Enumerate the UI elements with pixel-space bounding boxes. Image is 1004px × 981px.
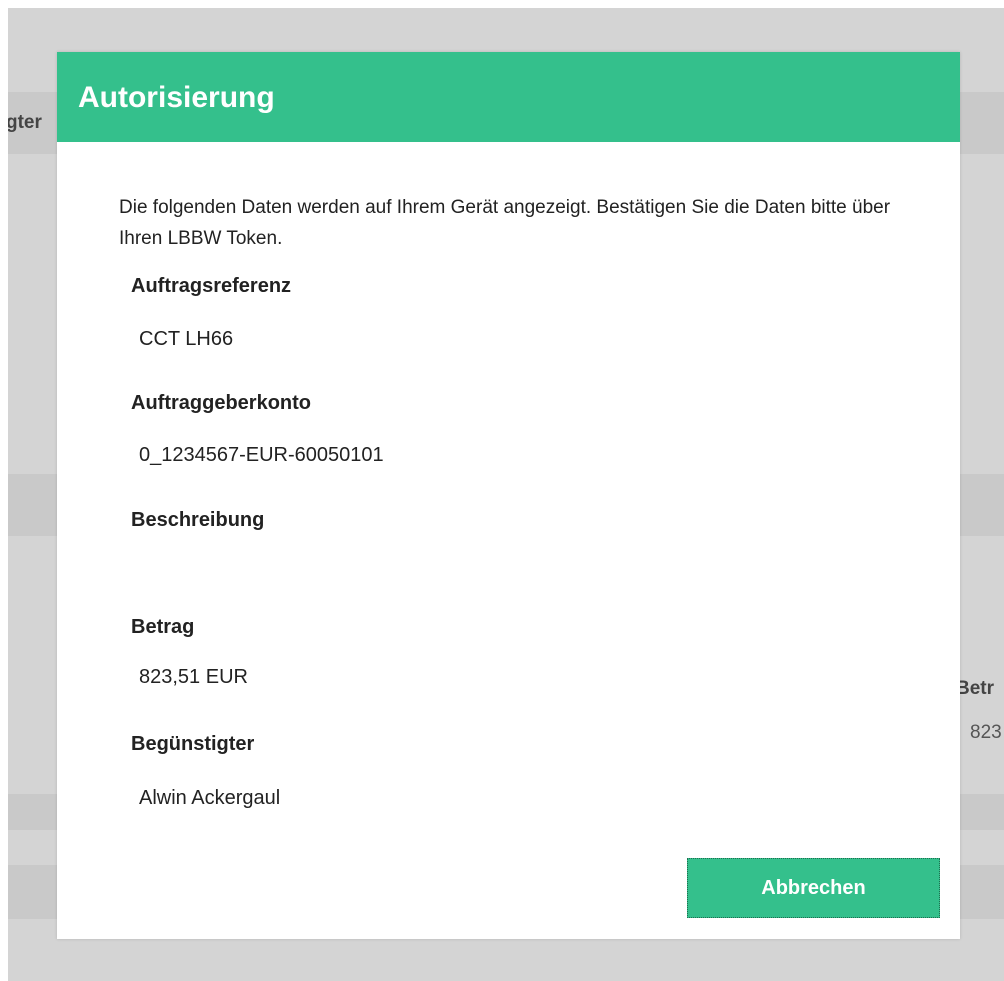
background-amount-value: 823: [970, 722, 1002, 743]
field-value-beneficiary: Alwin Ackergaul: [139, 787, 281, 809]
dialog-title: Autorisierung: [78, 81, 275, 114]
dialog-header: Autorisierung: [57, 52, 960, 142]
authorization-dialog: Autorisierung Die folgenden Daten werden…: [57, 52, 960, 939]
field-value-order-reference: CCT LH66: [139, 328, 234, 350]
field-label-order-reference: Auftragsreferenz: [131, 275, 292, 297]
field-value-payer-account: 0_1234567-EUR-60050101: [139, 444, 384, 466]
background-amount-label: Betr: [956, 678, 995, 699]
field-label-description: Beschreibung: [131, 509, 265, 531]
field-label-beneficiary: Begünstigter: [131, 733, 255, 755]
field-value-amount: 823,51 EUR: [139, 666, 248, 688]
field-label-amount: Betrag: [131, 616, 195, 638]
dialog-intro-text: Die folgenden Daten werden auf Ihrem Ger…: [119, 197, 891, 249]
background-column-header: gter: [8, 112, 42, 133]
cancel-button[interactable]: Abbrechen: [687, 858, 940, 918]
field-label-payer-account: Auftraggeberkonto: [131, 392, 311, 414]
